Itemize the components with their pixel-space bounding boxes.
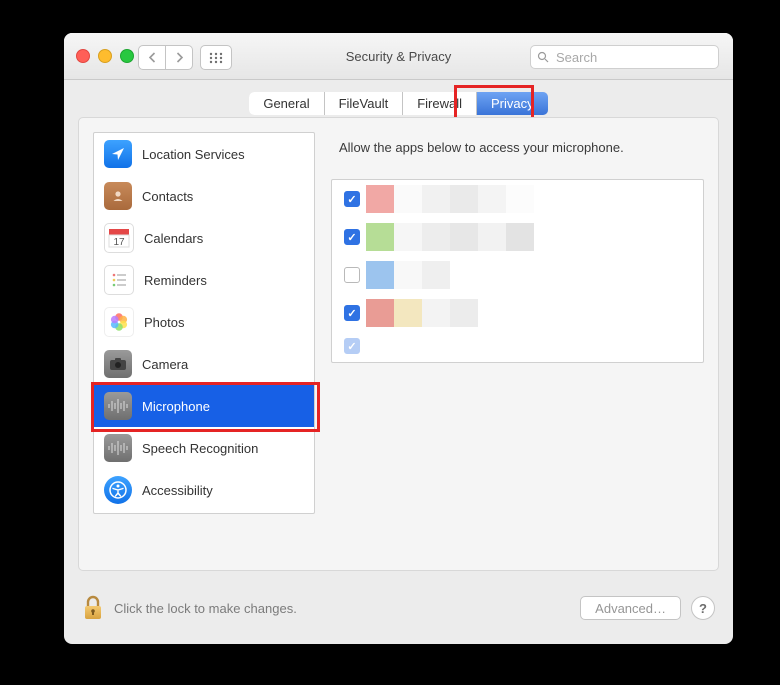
zoom-window-button[interactable] — [120, 49, 134, 63]
sidebar-item-contacts[interactable]: Contacts — [94, 175, 314, 217]
search-icon — [537, 51, 549, 63]
sidebar-item-calendars[interactable]: 17 Calendars — [94, 217, 314, 259]
window-controls — [76, 49, 134, 63]
sidebar-item-speech-recognition[interactable]: Speech Recognition — [94, 427, 314, 469]
app-row[interactable] — [332, 294, 703, 332]
app-checkbox[interactable] — [344, 338, 360, 354]
app-checkbox[interactable] — [344, 229, 360, 245]
sidebar-item-label: Speech Recognition — [142, 441, 258, 456]
footer: Click the lock to make changes. Advanced… — [82, 590, 715, 626]
app-row[interactable] — [332, 256, 703, 294]
sidebar-item-photos[interactable]: Photos — [94, 301, 314, 343]
titlebar: Security & Privacy — [64, 33, 733, 80]
close-window-button[interactable] — [76, 49, 90, 63]
lock-icon — [82, 595, 104, 621]
tab-firewall[interactable]: Firewall — [403, 92, 477, 115]
tab-privacy[interactable]: Privacy — [477, 92, 548, 115]
chevron-left-icon — [148, 52, 157, 63]
contacts-icon — [104, 182, 132, 210]
sidebar-item-location-services[interactable]: Location Services — [94, 133, 314, 175]
photos-icon — [104, 307, 134, 337]
calendar-icon: 17 — [104, 223, 134, 253]
sidebar-item-microphone[interactable]: Microphone — [94, 385, 314, 427]
redacted-app-label — [366, 185, 562, 213]
tab-general[interactable]: General — [249, 92, 324, 115]
help-button[interactable]: ? — [691, 596, 715, 620]
sidebar-item-label: Photos — [144, 315, 184, 330]
content-pane: Allow the apps below to access your micr… — [331, 132, 704, 556]
redacted-app-label — [366, 261, 478, 289]
minimize-window-button[interactable] — [98, 49, 112, 63]
app-checkbox[interactable] — [344, 305, 360, 321]
app-row[interactable] — [332, 180, 703, 218]
redacted-app-label — [366, 299, 506, 327]
content-description: Allow the apps below to access your micr… — [331, 132, 704, 155]
grid-icon — [209, 52, 223, 64]
app-permission-list[interactable] — [331, 179, 704, 363]
sidebar-item-label: Location Services — [142, 147, 245, 162]
microphone-icon — [104, 392, 132, 420]
sidebar-item-label: Microphone — [142, 399, 210, 414]
lock-hint-text: Click the lock to make changes. — [114, 601, 297, 616]
redacted-app-label — [366, 223, 562, 251]
forward-button[interactable] — [166, 45, 193, 70]
accessibility-icon — [104, 476, 132, 504]
app-row[interactable] — [332, 218, 703, 256]
search-field[interactable] — [530, 45, 719, 69]
app-checkbox[interactable] — [344, 267, 360, 283]
sidebar-item-label: Calendars — [144, 231, 203, 246]
lock-button[interactable] — [82, 595, 104, 621]
preferences-window: Security & Privacy General FileVault Fir… — [64, 33, 733, 644]
privacy-category-sidebar: Location Services Contacts 17 Calendars — [93, 132, 315, 514]
reminders-icon — [104, 265, 134, 295]
search-input[interactable] — [554, 49, 698, 66]
sidebar-item-label: Reminders — [144, 273, 207, 288]
advanced-button[interactable]: Advanced… — [580, 596, 681, 620]
sidebar-item-reminders[interactable]: Reminders — [94, 259, 314, 301]
chevron-right-icon — [175, 52, 184, 63]
sidebar-item-label: Camera — [142, 357, 188, 372]
app-row[interactable] — [332, 332, 703, 360]
sidebar-item-label: Accessibility — [142, 483, 213, 498]
sidebar-item-camera[interactable]: Camera — [94, 343, 314, 385]
svg-text:17: 17 — [113, 237, 125, 248]
sidebar-item-accessibility[interactable]: Accessibility — [94, 469, 314, 511]
show-all-button[interactable] — [200, 45, 232, 70]
back-button[interactable] — [138, 45, 166, 70]
location-icon — [104, 140, 132, 168]
sidebar-item-label: Contacts — [142, 189, 193, 204]
app-checkbox[interactable] — [344, 191, 360, 207]
tab-filevault[interactable]: FileVault — [325, 92, 404, 115]
camera-icon — [104, 350, 132, 378]
nav-back-forward — [138, 45, 193, 70]
speech-icon — [104, 434, 132, 462]
pane-body: Location Services Contacts 17 Calendars — [78, 117, 719, 571]
